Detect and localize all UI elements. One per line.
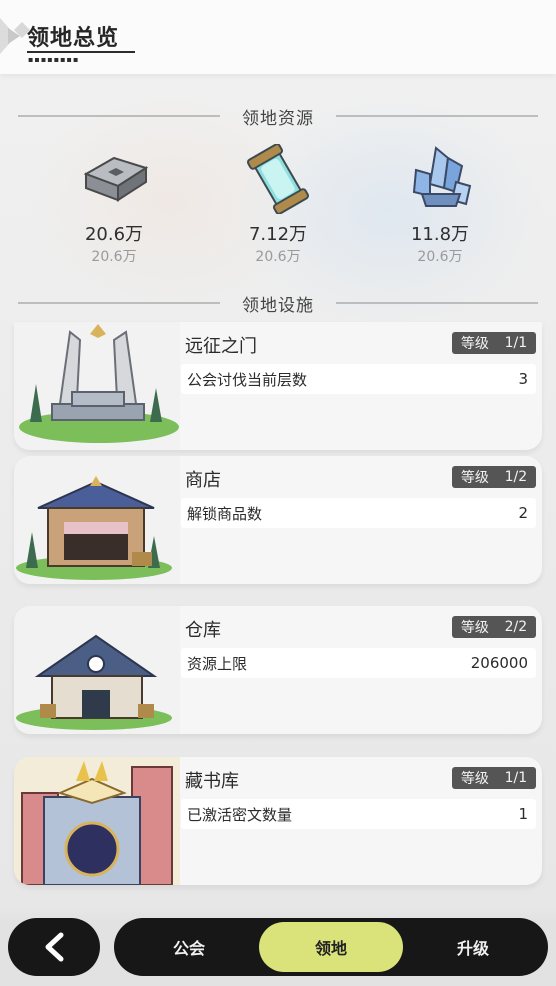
resource-crystal-cap: 20.6万 <box>417 249 463 265</box>
page-title: 领地总览 <box>27 26 120 51</box>
crystal-scroll-icon <box>247 143 309 215</box>
facility-card-shop[interactable]: 商店 等级 1/2 解锁商品数 2 <box>14 456 542 584</box>
facility-stat-row: 已激活密文数量 1 <box>181 799 536 829</box>
blue-crystal-icon <box>412 146 472 207</box>
resource-crystal[interactable]: 11.8万 20.6万 <box>380 144 500 266</box>
stat-value: 3 <box>518 370 528 388</box>
stat-value: 1 <box>518 805 528 823</box>
stat-value: 2 <box>518 504 528 522</box>
facilities-section-title: 领地设施 <box>242 295 314 316</box>
stat-value: 206000 <box>470 654 528 672</box>
facility-name: 藏书库 <box>185 771 239 792</box>
resources-section-heading: 领地资源 <box>18 104 538 129</box>
level-value: 1/2 <box>504 469 528 485</box>
library-illustration <box>14 757 180 885</box>
level-label: 等级 <box>460 470 489 486</box>
facility-image-library <box>14 757 180 885</box>
facility-name: 仓库 <box>185 620 221 641</box>
stat-label: 资源上限 <box>187 654 248 673</box>
facility-stat-row: 资源上限 206000 <box>181 648 536 678</box>
chevron-left-icon <box>45 932 64 962</box>
facility-card-warehouse[interactable]: 仓库 等级 2/2 资源上限 206000 <box>14 606 542 734</box>
facility-image-warehouse <box>14 606 180 734</box>
tab-territory[interactable]: 领地 <box>259 922 403 972</box>
tab-guild[interactable]: 公会 <box>114 918 264 976</box>
facility-level-badge: 等级 2/2 <box>452 616 536 638</box>
level-label: 等级 <box>460 771 489 787</box>
facility-name: 商店 <box>185 470 221 491</box>
back-button[interactable] <box>8 918 100 976</box>
level-label: 等级 <box>460 620 489 636</box>
facility-level-badge: 等级 1/1 <box>452 767 536 789</box>
facility-image-shop <box>14 456 180 584</box>
facility-stat-row: 解锁商品数 2 <box>181 498 536 528</box>
iron-ingot-icon <box>83 156 149 202</box>
level-value: 1/1 <box>504 335 528 351</box>
facility-name: 远征之门 <box>185 336 257 357</box>
shop-illustration <box>14 456 180 584</box>
facility-level-badge: 等级 1/2 <box>452 466 536 488</box>
title-dots: ▪▪▪▪▪▪▪▪ <box>28 55 80 64</box>
expedition-gate-illustration <box>14 322 180 450</box>
resource-iron-value: 20.6万 <box>84 224 144 245</box>
resource-crystal-value: 11.8万 <box>410 224 470 245</box>
facility-image-expedition-gate <box>14 322 180 450</box>
level-value: 2/2 <box>504 619 528 635</box>
resource-scroll-cap: 20.6万 <box>255 249 301 265</box>
resource-scroll-value: 7.12万 <box>248 224 308 245</box>
facility-card-expedition-gate[interactable]: 远征之门 等级 1/1 公会讨伐当前层数 3 <box>14 322 542 450</box>
resources-section-title: 领地资源 <box>242 108 314 129</box>
resource-scroll[interactable]: 7.12万 20.6万 <box>218 143 338 266</box>
facility-level-badge: 等级 1/1 <box>452 332 536 354</box>
facility-stat-row: 公会讨伐当前层数 3 <box>181 364 536 394</box>
tab-upgrade[interactable]: 升级 <box>398 918 548 976</box>
facilities-section-heading: 领地设施 <box>18 291 538 316</box>
stat-label: 解锁商品数 <box>187 504 263 523</box>
level-label: 等级 <box>460 336 489 352</box>
level-value: 1/1 <box>504 770 528 786</box>
resource-iron-cap: 20.6万 <box>91 249 137 265</box>
resource-iron[interactable]: 20.6万 20.6万 <box>54 144 174 266</box>
page-header: 领地总览 ▪▪▪▪▪▪▪▪ <box>0 0 556 74</box>
stat-label: 已激活密文数量 <box>187 805 293 824</box>
facility-card-library[interactable]: 藏书库 等级 1/1 已激活密文数量 1 <box>14 757 542 885</box>
stat-label: 公会讨伐当前层数 <box>187 370 308 389</box>
title-underline <box>27 51 135 53</box>
warehouse-illustration <box>14 606 180 734</box>
